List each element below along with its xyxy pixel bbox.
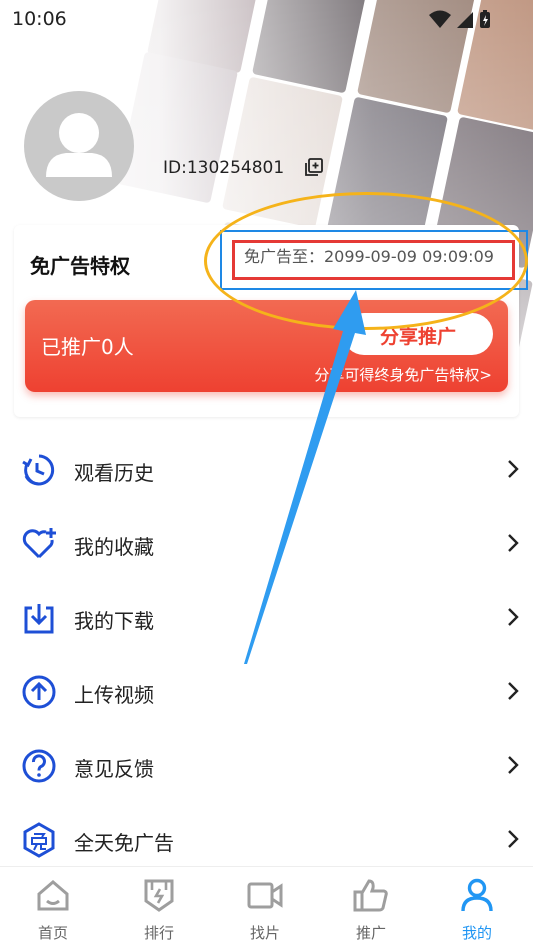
history-icon (22, 454, 55, 486)
bottom-tab-bar: 首页 排行 找片 推广 我的 (0, 866, 533, 949)
menu-item-feedback[interactable]: 意见反馈 (0, 729, 533, 803)
tab-profile[interactable]: 我的 (424, 867, 530, 949)
thumbs-up-icon (353, 879, 388, 912)
chevron-right-icon (508, 534, 519, 552)
favorite-heart-icon (22, 528, 56, 559)
status-time: 10:06 (12, 8, 67, 30)
menu-label-feedback: 意见反馈 (74, 757, 154, 781)
ranking-icon (144, 879, 174, 912)
menu-label-upload: 上传视频 (74, 683, 154, 707)
wifi-icon (429, 10, 451, 28)
question-icon (22, 749, 56, 783)
menu-label-downloads: 我的下载 (74, 609, 154, 633)
chevron-right-icon (508, 830, 519, 848)
status-bar: 10:06 (0, 0, 533, 36)
tab-find-videos[interactable]: 找片 (212, 867, 318, 949)
chevron-right-icon (508, 460, 519, 478)
menu-label-history: 观看历史 (74, 461, 154, 485)
tab-label-home: 首页 (37, 924, 68, 942)
tab-home[interactable]: 首页 (0, 867, 106, 949)
tab-promotion[interactable]: 推广 (318, 867, 424, 949)
battery-icon (480, 10, 490, 28)
avatar[interactable] (24, 91, 134, 201)
tab-label-find-videos: 找片 (249, 924, 280, 942)
signal-icon (457, 12, 473, 28)
status-icons (427, 9, 493, 33)
tab-ranking[interactable]: 排行 (106, 867, 212, 949)
home-icon (37, 880, 69, 911)
chevron-right-icon (508, 756, 519, 774)
user-id: ID:130254801 (163, 158, 285, 178)
tab-label-profile: 我的 (461, 924, 492, 942)
promotion-count: 已推广0人 (41, 335, 134, 359)
copy-id-icon[interactable] (305, 158, 323, 180)
menu-label-ad-free: 全天免广告 (74, 831, 174, 855)
ad-free-badge-icon (23, 822, 55, 858)
highlight-ellipse (204, 192, 528, 330)
menu-item-history[interactable]: 观看历史 (0, 433, 533, 507)
upload-icon (22, 675, 56, 709)
menu-label-favorites: 我的收藏 (74, 535, 154, 559)
profile-icon (461, 878, 493, 912)
tab-label-ranking: 排行 (143, 924, 174, 942)
user-silhouette-icon (46, 113, 112, 177)
ad-free-title: 免广告特权 (30, 254, 130, 278)
menu-item-downloads[interactable]: 我的下载 (0, 581, 533, 655)
download-icon (24, 604, 54, 634)
menu-item-upload[interactable]: 上传视频 (0, 655, 533, 729)
promotion-note-link[interactable]: 分享可得终身免广告特权> (314, 364, 492, 385)
video-camera-icon (247, 882, 283, 909)
tab-label-promotion: 推广 (355, 924, 386, 942)
chevron-right-icon (508, 608, 519, 626)
menu-item-favorites[interactable]: 我的收藏 (0, 507, 533, 581)
chevron-right-icon (508, 682, 519, 700)
